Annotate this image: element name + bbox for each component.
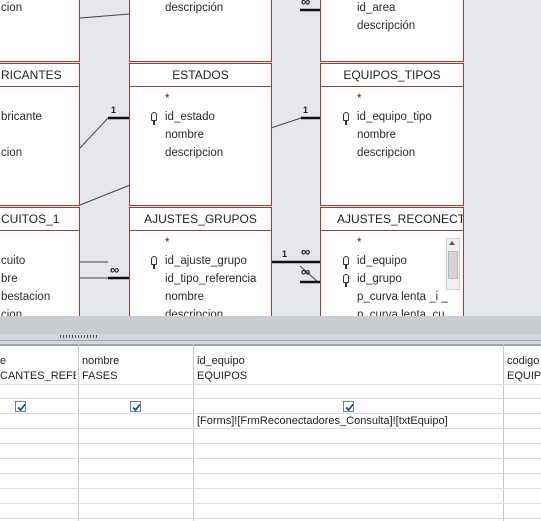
table-title[interactable]: AJUSTES_GRUPOS — [130, 208, 271, 231]
horizontal-scrollbar[interactable] — [0, 316, 541, 334]
show-checkbox[interactable] — [343, 401, 354, 412]
table-cell[interactable]: EQUIPO — [507, 368, 541, 384]
field[interactable]: id_ajuste_grupo — [165, 252, 247, 270]
table-ajustes-grupos[interactable]: AJUSTES_GRUPOS * id_ajuste_grupo id_tipo… — [129, 207, 272, 316]
field[interactable]: * — [165, 90, 169, 108]
table-title[interactable]: EQUIPOS_TIPOS — [321, 64, 463, 87]
column-separator[interactable] — [193, 344, 194, 521]
field[interactable]: * — [165, 234, 169, 252]
field[interactable]: nombre — [165, 126, 204, 144]
field[interactable]: nombre — [165, 288, 204, 306]
field[interactable]: descripcion — [165, 306, 223, 316]
field[interactable]: id_tipo_referencia — [165, 270, 256, 288]
primary-key-icon — [151, 256, 157, 269]
relationships-canvas[interactable]: 1 1 ∞ 1 ∞ ∞ ∞ cion descripción id_area d… — [0, 0, 541, 316]
row-divider — [0, 384, 541, 385]
table-ajustes-reconectadores[interactable]: AJUSTES_RECONECT... * id_equipo id_grupo… — [320, 207, 464, 316]
field-cell[interactable]: codigo — [507, 353, 541, 369]
table-top-left[interactable]: cion — [0, 0, 80, 62]
field-cell[interactable]: e — [0, 353, 76, 369]
table-cell[interactable]: FASES — [82, 368, 190, 384]
row-divider — [0, 488, 541, 489]
criteria-cell[interactable]: [Forms]![FrmReconectadores_Consulta]![tx… — [197, 413, 497, 429]
table-title[interactable]: RICANTES — [0, 64, 79, 87]
table-title[interactable]: AJUSTES_RECONECT... — [321, 208, 463, 231]
table-title[interactable]: CUITOS_1 — [0, 208, 79, 231]
row-divider — [0, 443, 541, 444]
row-divider — [0, 458, 541, 459]
table-cell[interactable]: CANTES_REFERE — [0, 368, 76, 384]
divider — [0, 344, 541, 346]
field[interactable]: cion — [1, 144, 22, 162]
table-top-right[interactable]: id_area descripción — [320, 0, 464, 62]
field[interactable]: bricante — [1, 108, 42, 126]
primary-key-icon — [343, 256, 349, 269]
row-divider — [0, 398, 541, 399]
scroll-thumb[interactable] — [448, 251, 458, 279]
cardinality-many-label: ∞ — [301, 0, 311, 9]
table-top-mid[interactable]: descripción — [129, 0, 272, 62]
field[interactable]: * — [357, 90, 361, 108]
field[interactable]: descripcion — [357, 144, 415, 162]
field[interactable]: bestacion — [1, 288, 50, 306]
field[interactable]: id_equipo_tipo — [357, 108, 432, 126]
field[interactable]: nombre — [357, 126, 396, 144]
show-checkbox[interactable] — [15, 401, 26, 412]
field[interactable]: p_curva lenta _i _ — [357, 288, 448, 306]
field[interactable]: bre — [1, 270, 18, 288]
primary-key-icon — [343, 274, 349, 287]
table-fabricantes[interactable]: RICANTES bricante cion — [0, 63, 80, 206]
field[interactable]: cuito — [1, 252, 25, 270]
field[interactable]: id_equipo — [357, 252, 407, 270]
table-title[interactable]: ESTADOS — [130, 64, 271, 87]
row-divider — [0, 503, 541, 504]
table-equipos-tipos[interactable]: EQUIPOS_TIPOS * id_equipo_tipo nombre de… — [320, 63, 464, 206]
divider — [0, 340, 541, 341]
scroll-up-icon[interactable] — [449, 241, 455, 245]
field-list-scrollbar[interactable] — [446, 238, 460, 290]
splitter-grip-icon[interactable] — [60, 335, 98, 338]
field[interactable]: id_grupo — [357, 270, 402, 288]
cardinality-one-label: 1 — [303, 105, 309, 115]
cardinality-one-label: 1 — [282, 249, 288, 259]
field[interactable]: id_estado — [165, 108, 215, 126]
show-checkbox[interactable] — [130, 401, 141, 412]
column-separator[interactable] — [503, 344, 504, 521]
table-circuitos[interactable]: CUITOS_1 cuito bre bestacion cion — [0, 207, 80, 316]
field[interactable]: cion — [1, 306, 22, 316]
primary-key-icon — [151, 112, 157, 125]
row-divider — [0, 518, 541, 519]
cardinality-many-label: ∞ — [110, 262, 120, 277]
row-divider — [0, 473, 541, 474]
field-cell[interactable]: nombre — [82, 353, 190, 369]
pane-splitter[interactable] — [0, 316, 541, 344]
field[interactable]: * — [357, 234, 361, 252]
table-estados[interactable]: ESTADOS * id_estado nombre descripcion — [129, 63, 272, 206]
cardinality-many-label: ∞ — [301, 244, 311, 259]
field-cell[interactable]: id_equipo — [197, 353, 497, 369]
field[interactable]: p_curva lenta_cu — [357, 306, 445, 316]
cardinality-many-label: ∞ — [301, 264, 311, 279]
query-design-grid[interactable]: e CANTES_REFERE nombre FASES id_equipo E… — [0, 344, 541, 521]
field[interactable]: cion — [1, 0, 22, 17]
field[interactable]: descripción — [165, 0, 223, 17]
cardinality-one-label: 1 — [111, 105, 117, 115]
field[interactable]: descripción — [357, 17, 415, 35]
table-cell[interactable]: EQUIPOS — [197, 368, 497, 384]
primary-key-icon — [343, 112, 349, 125]
field[interactable]: descripcion — [165, 144, 223, 162]
column-separator[interactable] — [78, 344, 79, 521]
field[interactable]: id_area — [357, 0, 395, 17]
